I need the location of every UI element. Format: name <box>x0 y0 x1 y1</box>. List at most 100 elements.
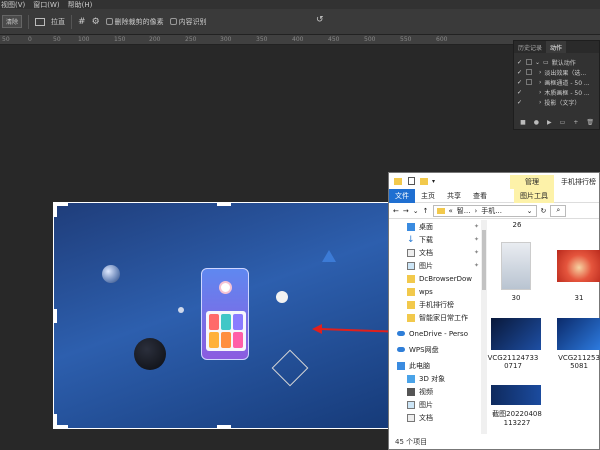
clear-button[interactable]: 清除 <box>2 15 23 28</box>
chevron-right-icon[interactable]: › <box>539 99 541 106</box>
up-icon[interactable]: ↑ <box>423 207 429 215</box>
nav-item-this-pc[interactable]: 此电脑 <box>389 359 481 372</box>
check-icon[interactable]: ✓ <box>517 59 523 66</box>
delete-cropped-checkbox[interactable]: 删除裁剪的像素 <box>105 17 164 27</box>
nav-item-desktop[interactable]: 桌面 ✦ <box>389 220 481 233</box>
nav-item-folder[interactable]: 手机排行榜 <box>389 298 481 311</box>
new-action-icon[interactable]: + <box>573 119 578 126</box>
crop-image[interactable] <box>53 202 394 429</box>
action-row[interactable]: ✓ › 投影（文字） <box>514 97 599 107</box>
address-bar[interactable]: « 智... › 手机... ⌄ <box>432 204 537 217</box>
tab-file[interactable]: 文件 <box>389 188 415 203</box>
crop-handle[interactable] <box>217 425 231 428</box>
back-icon[interactable]: ← <box>393 207 399 215</box>
chevron-down-icon[interactable]: ⌄ <box>535 59 540 66</box>
tab-history[interactable]: 历史记录 <box>514 41 546 53</box>
action-row[interactable]: ✓ › 淡出效果（选... <box>514 67 599 77</box>
nav-label: 智能家日常工作 <box>419 313 468 322</box>
check-icon[interactable]: ✓ <box>517 99 523 106</box>
overflow-icon[interactable]: « <box>449 207 453 215</box>
manage-tab[interactable]: 管理 <box>510 175 554 189</box>
check-icon[interactable]: ✓ <box>517 79 523 86</box>
chevron-right-icon: › <box>474 206 478 215</box>
content-aware-checkbox[interactable]: 内容识别 <box>169 17 207 27</box>
dialog-toggle-icon[interactable] <box>526 79 532 85</box>
nav-item-onedrive[interactable]: OneDrive - Perso <box>389 327 481 340</box>
dialog-toggle-icon[interactable] <box>526 89 532 95</box>
crop-handle[interactable] <box>217 203 231 206</box>
crop-handle[interactable] <box>54 414 57 428</box>
nav-label: 视频 <box>419 387 433 396</box>
grid-overlay-icon[interactable]: # <box>78 17 86 27</box>
recent-dropdown-icon[interactable]: ⌄ <box>413 207 419 215</box>
straighten-icon[interactable] <box>35 17 46 26</box>
tab-actions[interactable]: 动作 <box>546 41 567 53</box>
action-row[interactable]: ✓ ⌄ ▭ 默认动作 <box>514 57 599 67</box>
settings-gear-icon[interactable]: ⚙ <box>92 17 100 27</box>
pin-icon[interactable]: ✦ <box>474 262 479 269</box>
check-icon[interactable]: ✓ <box>517 89 523 96</box>
file-thumbnail[interactable] <box>501 242 531 290</box>
file-thumbnail[interactable] <box>557 250 600 282</box>
content-aware-label: 内容识别 <box>178 17 207 26</box>
dropdown-icon[interactable]: ▾ <box>432 178 435 185</box>
nav-item-folder[interactable]: wps <box>389 285 481 298</box>
tab-view[interactable]: 查看 <box>467 191 493 201</box>
nav-item-wps-cloud[interactable]: WPS网盘 <box>389 343 481 356</box>
nav-item-downloads[interactable]: ↓ 下载 ✦ <box>389 233 481 246</box>
straighten-button[interactable]: 拉直 <box>51 17 65 27</box>
glass-sphere <box>102 265 120 283</box>
dialog-toggle-icon[interactable] <box>526 99 532 105</box>
file-thumbnail[interactable] <box>491 385 541 405</box>
nav-item-folder[interactable]: DcBrowserDow <box>389 272 481 285</box>
nav-item-folder[interactable]: 智能家日常工作 <box>389 311 481 324</box>
status-bar: 45 个项目 <box>389 435 599 449</box>
ruler-tick: 0 <box>28 36 32 43</box>
chevron-right-icon[interactable]: › <box>539 69 541 76</box>
forward-icon[interactable]: → <box>403 207 409 215</box>
nav-item-documents[interactable]: 文档 ✦ <box>389 246 481 259</box>
breadcrumb[interactable]: 智... <box>457 206 471 216</box>
play-icon[interactable]: ▶ <box>547 119 552 126</box>
dialog-toggle-icon[interactable] <box>526 69 532 75</box>
pin-icon[interactable]: ✦ <box>474 236 479 243</box>
action-row[interactable]: ✓ › 木质画框 - 50 ... <box>514 87 599 97</box>
file-thumbnail[interactable] <box>491 318 541 350</box>
chevron-right-icon[interactable]: › <box>539 79 541 86</box>
properties-icon[interactable] <box>408 177 415 185</box>
nav-item-pictures[interactable]: 图片 <box>389 398 481 411</box>
chevron-right-icon[interactable]: › <box>539 89 541 96</box>
new-folder-icon[interactable] <box>420 177 428 185</box>
nav-item-documents[interactable]: 文档 <box>389 411 481 424</box>
search-box[interactable]: ⌕ <box>550 204 567 217</box>
file-caption: 26 <box>512 221 522 229</box>
stop-icon[interactable]: ■ <box>520 119 526 126</box>
reset-icon[interactable]: ↺ <box>316 15 324 25</box>
cube-icon <box>407 374 415 383</box>
nav-item-pictures[interactable]: 图片 ✦ <box>389 259 481 272</box>
nav-scrollbar[interactable] <box>481 220 487 434</box>
nav-label: 此电脑 <box>409 361 430 370</box>
breadcrumb[interactable]: 手机... <box>481 206 502 216</box>
chevron-down-icon[interactable]: ⌄ <box>527 207 533 215</box>
crop-handle[interactable] <box>54 203 57 217</box>
tab-home[interactable]: 主页 <box>415 191 441 201</box>
check-icon[interactable]: ✓ <box>517 69 523 76</box>
file-thumbnail[interactable] <box>557 318 600 350</box>
pin-icon[interactable]: ✦ <box>474 249 479 256</box>
refresh-icon[interactable]: ↻ <box>541 207 547 215</box>
pin-icon[interactable]: ✦ <box>474 223 479 230</box>
tab-share[interactable]: 共享 <box>441 191 467 201</box>
folder-icon <box>394 177 402 185</box>
record-icon[interactable]: ● <box>534 119 539 126</box>
crop-handle[interactable] <box>54 309 57 323</box>
cloud-icon <box>397 347 405 352</box>
tab-picture-tools[interactable]: 图片工具 <box>514 189 554 203</box>
delete-icon[interactable]: 🗑 <box>586 119 594 126</box>
nav-item-3d-objects[interactable]: 3D 对象 <box>389 372 481 385</box>
action-row[interactable]: ✓ › 画框通道 - 50 ... <box>514 77 599 87</box>
scrollbar-thumb[interactable] <box>482 230 486 290</box>
new-set-icon[interactable]: ▭ <box>560 119 566 126</box>
dialog-toggle-icon[interactable] <box>526 59 532 65</box>
nav-item-videos[interactable]: 视频 <box>389 385 481 398</box>
